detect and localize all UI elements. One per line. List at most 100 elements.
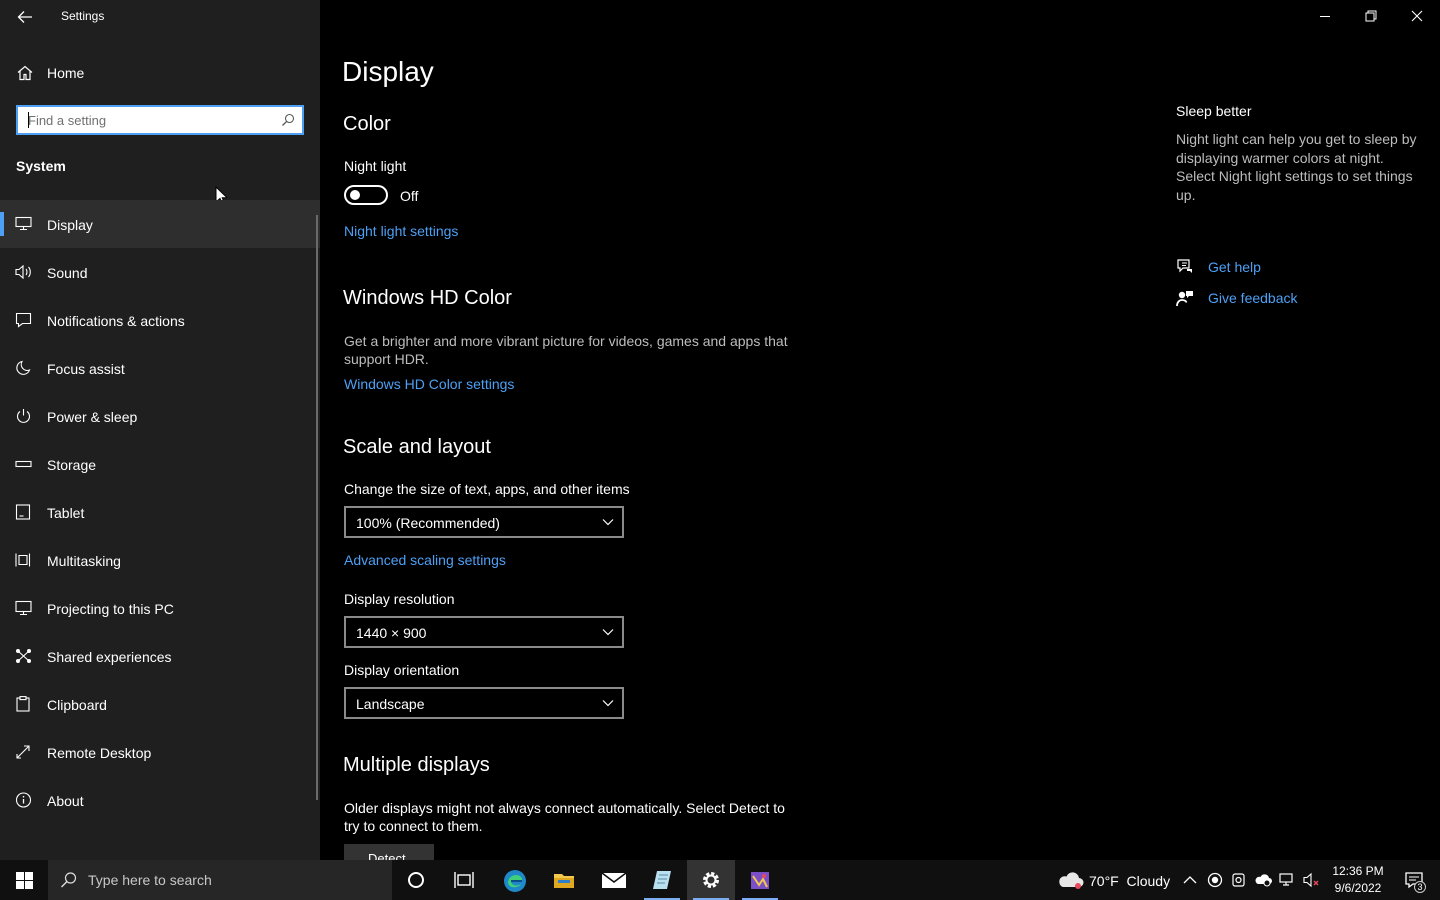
settings-gear-icon bbox=[703, 872, 719, 888]
record-tray-button[interactable] bbox=[1203, 860, 1227, 900]
notification-badge: 3 bbox=[1414, 881, 1426, 893]
restore-button[interactable] bbox=[1348, 0, 1394, 32]
cortana-button[interactable] bbox=[392, 860, 440, 900]
give-feedback-link[interactable]: Give feedback bbox=[1208, 290, 1298, 306]
sidebar-item-focus-assist[interactable]: Focus assist bbox=[0, 344, 320, 392]
weather-temp: 70°F bbox=[1089, 873, 1119, 889]
paint-app-button[interactable] bbox=[736, 860, 784, 900]
scale-size-label: Change the size of text, apps, and other… bbox=[344, 481, 630, 497]
moon-icon bbox=[15, 360, 33, 376]
find-setting-search-box[interactable] bbox=[16, 105, 304, 135]
multiple-displays-heading: Multiple displays bbox=[343, 754, 490, 776]
orientation-dropdown[interactable]: Landscape bbox=[344, 687, 624, 719]
sidebar-item-label: Display bbox=[47, 217, 93, 233]
show-hidden-icons-button[interactable] bbox=[1178, 860, 1202, 900]
settings-app-button[interactable] bbox=[687, 860, 735, 900]
task-view-button[interactable] bbox=[440, 860, 488, 900]
detect-button[interactable]: Detect bbox=[344, 844, 434, 860]
sidebar: Settings Home System Display Sound Notif… bbox=[0, 0, 320, 860]
search-icon[interactable] bbox=[281, 113, 295, 127]
mail-icon bbox=[601, 872, 627, 888]
night-light-state: Off bbox=[400, 188, 419, 204]
notification-icon bbox=[15, 312, 33, 328]
weather-condition: Cloudy bbox=[1126, 873, 1171, 889]
minimize-button[interactable] bbox=[1302, 0, 1348, 32]
speaker-icon bbox=[15, 264, 33, 280]
start-button[interactable] bbox=[0, 860, 48, 900]
weather-widget[interactable]: 70°F Cloudy bbox=[1056, 860, 1176, 900]
paint-app-icon bbox=[751, 872, 769, 889]
onedrive-sync-icon bbox=[1255, 874, 1272, 887]
sidebar-item-shared-experiences[interactable]: Shared experiences bbox=[0, 632, 320, 680]
onedrive-tray-button[interactable] bbox=[1251, 860, 1275, 900]
hdr-description: Get a brighter and more vibrant picture … bbox=[344, 333, 788, 367]
get-help-link[interactable]: Get help bbox=[1208, 259, 1261, 275]
clock-date: 9/6/2022 bbox=[1334, 881, 1382, 895]
sidebar-item-about[interactable]: About bbox=[0, 776, 320, 824]
storage-icon bbox=[15, 456, 33, 472]
sidebar-item-label: Power & sleep bbox=[47, 409, 138, 425]
advanced-scaling-link[interactable]: Advanced scaling settings bbox=[344, 552, 506, 568]
file-explorer-icon bbox=[554, 874, 574, 888]
close-button[interactable] bbox=[1394, 0, 1440, 32]
windows-logo-icon bbox=[16, 872, 33, 889]
sidebar-item-label: Remote Desktop bbox=[47, 745, 152, 761]
display-icon bbox=[15, 216, 33, 232]
sidebar-item-power-sleep[interactable]: Power & sleep bbox=[0, 392, 320, 440]
hdr-settings-link[interactable]: Windows HD Color settings bbox=[344, 376, 514, 392]
back-arrow-icon bbox=[17, 11, 32, 23]
volume-tray-button[interactable] bbox=[1299, 860, 1323, 900]
detect-label: Detect bbox=[368, 851, 406, 860]
hdr-heading: Windows HD Color bbox=[343, 287, 512, 309]
sidebar-item-remote-desktop[interactable]: Remote Desktop bbox=[0, 728, 320, 776]
record-icon bbox=[1207, 872, 1223, 888]
sidebar-item-clipboard[interactable]: Clipboard bbox=[0, 680, 320, 728]
action-center-button[interactable]: 3 bbox=[1394, 860, 1434, 900]
task-view-icon bbox=[454, 872, 474, 888]
notepad-app-button[interactable] bbox=[638, 860, 686, 900]
sidebar-home[interactable]: Home bbox=[0, 58, 320, 90]
sidebar-item-label: Projecting to this PC bbox=[47, 601, 174, 617]
find-setting-input[interactable] bbox=[18, 107, 276, 133]
scale-dropdown[interactable]: 100% (Recommended) bbox=[344, 506, 624, 538]
sidebar-nav: Display Sound Notifications & actions Fo… bbox=[0, 200, 320, 824]
power-icon bbox=[15, 408, 33, 424]
sidebar-item-label: Shared experiences bbox=[47, 649, 172, 665]
sidebar-item-display[interactable]: Display bbox=[0, 200, 320, 248]
text-caret bbox=[28, 112, 29, 128]
taskbar-clock[interactable]: 12:36 PM 9/6/2022 bbox=[1326, 863, 1390, 897]
sidebar-item-multitasking[interactable]: Multitasking bbox=[0, 536, 320, 584]
file-explorer-button[interactable] bbox=[540, 860, 588, 900]
sleep-better-text: Night light can help you get to sleep by… bbox=[1176, 131, 1417, 203]
sidebar-item-storage[interactable]: Storage bbox=[0, 440, 320, 488]
camera-tray-button[interactable] bbox=[1227, 860, 1251, 900]
clipboard-icon bbox=[15, 696, 33, 712]
sidebar-scrollbar[interactable] bbox=[316, 215, 318, 800]
sidebar-item-tablet[interactable]: Tablet bbox=[0, 488, 320, 536]
night-light-toggle[interactable] bbox=[344, 185, 388, 205]
taskbar-search-box[interactable]: Type here to search bbox=[48, 860, 392, 900]
network-tray-button[interactable] bbox=[1275, 860, 1299, 900]
sidebar-item-notifications[interactable]: Notifications & actions bbox=[0, 296, 320, 344]
resolution-dropdown[interactable]: 1440 × 900 bbox=[344, 616, 624, 648]
sidebar-item-projecting[interactable]: Projecting to this PC bbox=[0, 584, 320, 632]
night-light-settings-link[interactable]: Night light settings bbox=[344, 223, 458, 239]
edge-button[interactable] bbox=[490, 860, 538, 900]
multiple-displays-description: Older displays might not always connect … bbox=[344, 800, 785, 834]
search-icon bbox=[60, 871, 78, 889]
taskbar: Type here to search 70°F Cloudy 12:36 PM… bbox=[0, 860, 1440, 900]
orientation-label: Display orientation bbox=[344, 662, 460, 678]
sidebar-item-label: Focus assist bbox=[47, 361, 125, 377]
page-title: Display bbox=[342, 56, 434, 87]
mail-button[interactable] bbox=[589, 860, 637, 900]
resolution-value: 1440 × 900 bbox=[356, 625, 427, 641]
clock-time: 12:36 PM bbox=[1332, 864, 1384, 878]
sidebar-item-label: Sound bbox=[47, 265, 88, 281]
shared-icon bbox=[15, 648, 33, 664]
chevron-up-icon bbox=[1183, 876, 1197, 884]
chevron-down-icon bbox=[602, 698, 614, 708]
back-button[interactable] bbox=[14, 6, 36, 28]
scale-value: 100% (Recommended) bbox=[356, 515, 500, 531]
sidebar-item-sound[interactable]: Sound bbox=[0, 248, 320, 296]
notepad-app-icon bbox=[653, 871, 671, 889]
